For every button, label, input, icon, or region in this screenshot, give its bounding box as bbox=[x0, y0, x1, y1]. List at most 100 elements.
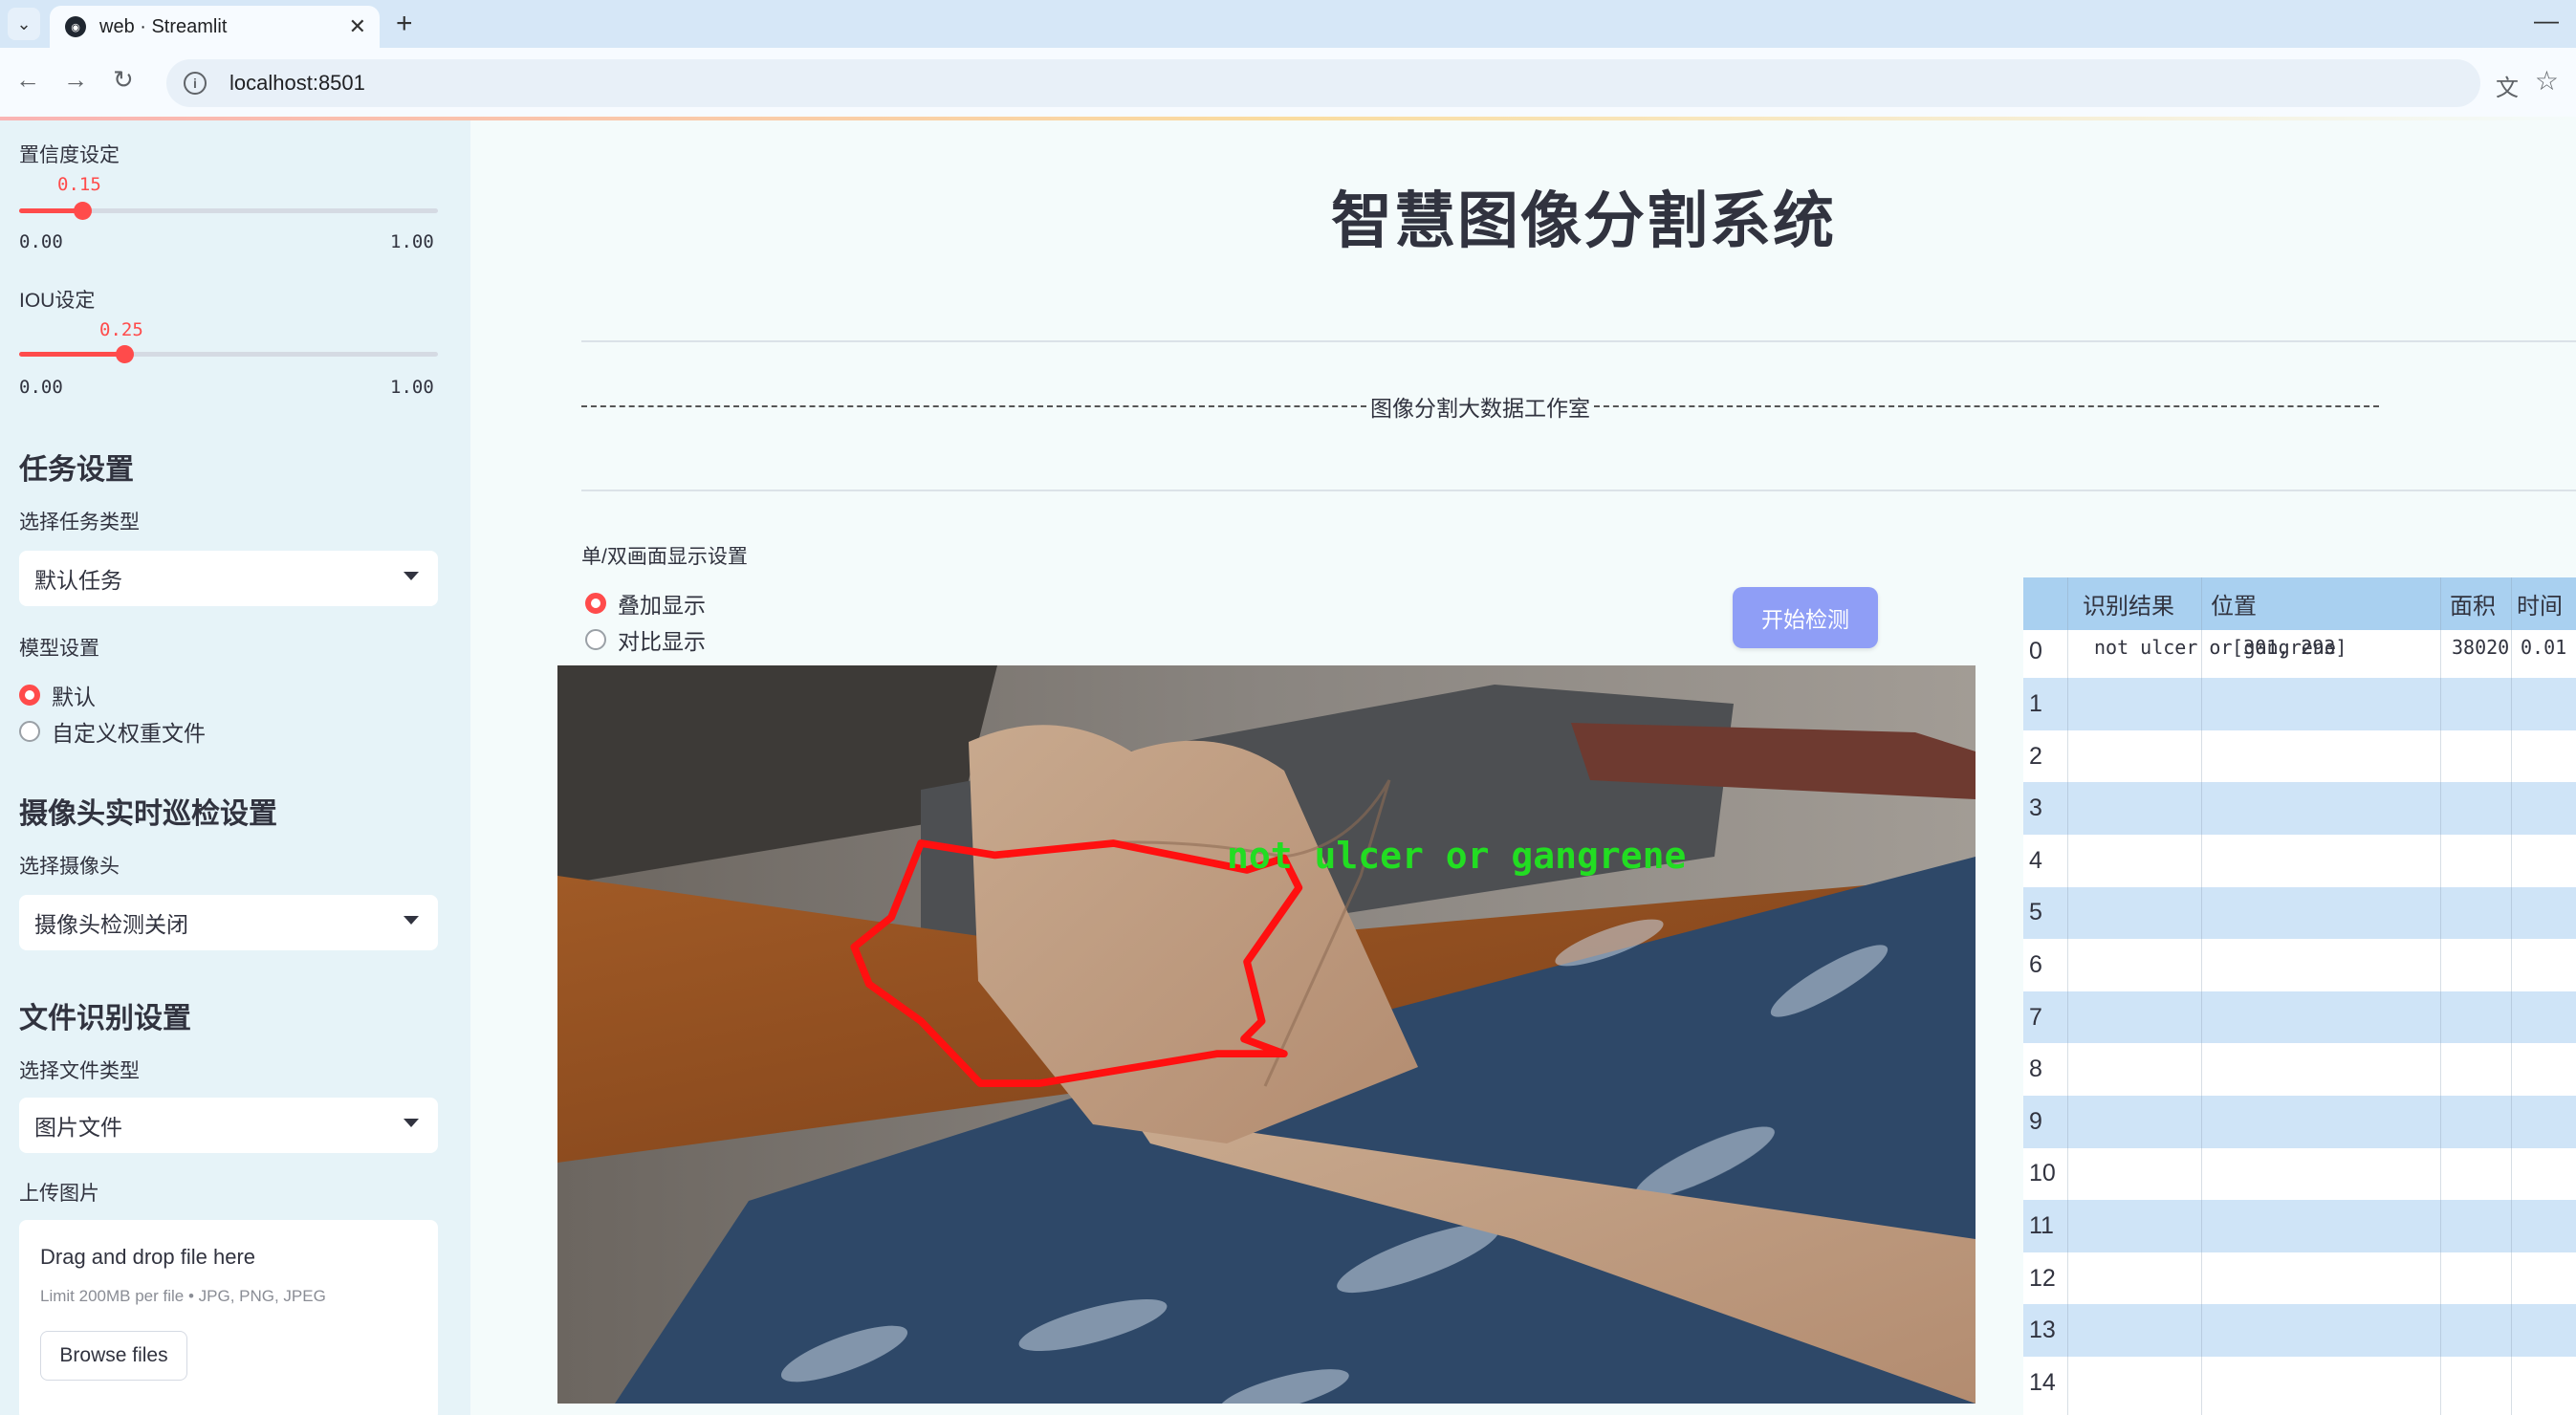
segmentation-result-image: not ulcer or gangrene bbox=[557, 665, 1976, 1404]
chevron-down-icon bbox=[404, 916, 419, 925]
table-row[interactable]: 1 bbox=[2023, 678, 2576, 730]
table-header-cell[interactable]: 位置 bbox=[2211, 577, 2257, 630]
file-type-label: 选择文件类型 bbox=[19, 1060, 140, 1082]
table-header-cell[interactable]: 识别结果 bbox=[2083, 577, 2174, 630]
file-type-select[interactable]: 图片文件 bbox=[19, 1098, 438, 1153]
table-row[interactable]: 4 bbox=[2023, 835, 2576, 887]
row-index: 14 bbox=[2029, 1368, 2056, 1396]
file-type-value: 图片文件 bbox=[34, 1115, 122, 1140]
column-divider bbox=[2440, 577, 2441, 1415]
forward-arrow-icon[interactable]: → bbox=[63, 65, 88, 95]
task-type-select[interactable]: 默认任务 bbox=[19, 551, 438, 606]
browser-tab[interactable]: ◉ web · Streamlit ✕ bbox=[50, 6, 380, 48]
radio-unselected-icon[interactable] bbox=[585, 629, 606, 650]
position-cell: [301, 293] bbox=[2232, 635, 2347, 659]
display-option-overlay[interactable]: 叠加显示 bbox=[585, 587, 706, 620]
model-option-custom[interactable]: 自定义权重文件 bbox=[19, 715, 206, 748]
url-bar[interactable]: i localhost:8501 bbox=[166, 59, 2480, 107]
close-tab-icon[interactable]: ✕ bbox=[349, 14, 366, 39]
row-index: 13 bbox=[2029, 1317, 2056, 1344]
table-row[interactable]: 5 bbox=[2023, 886, 2576, 940]
sidebar: 置信度设定 0.15 0.00 1.00 IOU设定 0.25 0.00 1.0… bbox=[0, 120, 470, 1415]
table-row[interactable]: 6 bbox=[2023, 939, 2576, 991]
confidence-value: 0.15 bbox=[57, 174, 101, 195]
model-option-label: 自定义权重文件 bbox=[52, 721, 206, 746]
column-divider bbox=[2067, 577, 2068, 1415]
table-header-cell[interactable]: 面积 bbox=[2450, 577, 2496, 630]
table-row[interactable]: 10 bbox=[2023, 1148, 2576, 1201]
display-mode-label: 单/双画面显示设置 bbox=[581, 546, 748, 568]
back-arrow-icon[interactable]: ← bbox=[15, 65, 40, 95]
streamlit-favicon-icon: ◉ bbox=[65, 16, 86, 37]
column-divider bbox=[2511, 577, 2512, 1415]
radio-selected-icon[interactable] bbox=[585, 593, 606, 614]
display-option-label: 叠加显示 bbox=[618, 593, 706, 618]
row-index: 6 bbox=[2029, 950, 2042, 978]
dropzone-title: Drag and drop file here bbox=[40, 1245, 256, 1269]
table-row[interactable]: 0 not ulcer or gangrene [301, 293] 38020 0.0… bbox=[2023, 626, 2576, 679]
results-table[interactable]: 识别结果 位置 面积 时间 0 not ulcer or gangrene [301, 29… bbox=[2023, 577, 2576, 1415]
chevron-down-icon bbox=[404, 572, 419, 580]
start-detection-button[interactable]: 开始检测 bbox=[1733, 587, 1878, 648]
divider bbox=[581, 490, 2576, 491]
camera-label: 选择摄像头 bbox=[19, 856, 120, 878]
browse-files-button[interactable]: Browse files bbox=[40, 1331, 187, 1381]
page-title: 智慧图像分割系统 bbox=[1331, 186, 1836, 255]
minimize-window-icon[interactable]: — bbox=[2534, 6, 2559, 35]
table-row[interactable]: 8 bbox=[2023, 1043, 2576, 1096]
iou-slider-thumb[interactable] bbox=[115, 345, 134, 363]
file-dropzone[interactable]: Drag and drop file here Limit 200MB per … bbox=[19, 1220, 438, 1415]
divider bbox=[581, 340, 2576, 342]
iou-min: 0.00 bbox=[19, 377, 63, 398]
row-index: 7 bbox=[2029, 1003, 2042, 1031]
row-index: 1 bbox=[2029, 689, 2042, 717]
table-row[interactable]: 2 bbox=[2023, 730, 2576, 783]
studio-banner: 图像分割大数据工作室 bbox=[581, 390, 2379, 423]
confidence-label: 置信度设定 bbox=[19, 144, 120, 166]
table-header-cell[interactable]: 时间 bbox=[2517, 577, 2563, 630]
row-index: 8 bbox=[2029, 1056, 2042, 1083]
iou-slider[interactable] bbox=[19, 345, 438, 363]
table-row[interactable]: 3 bbox=[2023, 782, 2576, 835]
column-divider bbox=[2201, 577, 2202, 1415]
detection-label-text: not ulcer or gangrene bbox=[1227, 835, 1686, 877]
row-index: 9 bbox=[2029, 1107, 2042, 1135]
site-info-icon[interactable]: i bbox=[184, 72, 207, 95]
url-text[interactable]: localhost:8501 bbox=[229, 71, 365, 96]
model-option-default[interactable]: 默认 bbox=[19, 679, 96, 711]
confidence-max: 1.00 bbox=[390, 231, 434, 252]
tab-search-chevron-icon[interactable]: ⌄ bbox=[8, 8, 40, 40]
camera-select[interactable]: 摄像头检测关闭 bbox=[19, 895, 438, 950]
new-tab-plus-icon[interactable]: + bbox=[396, 8, 413, 40]
iou-max: 1.00 bbox=[390, 377, 434, 398]
upload-label: 上传图片 bbox=[19, 1183, 99, 1205]
row-index: 11 bbox=[2029, 1211, 2054, 1239]
confidence-slider-thumb[interactable] bbox=[73, 202, 92, 220]
translate-icon[interactable]: 文 bbox=[2496, 69, 2519, 102]
browser-tab-strip: ⌄ ◉ web · Streamlit ✕ + — bbox=[0, 0, 2576, 48]
confidence-slider[interactable] bbox=[19, 202, 438, 220]
table-row[interactable]: 7 bbox=[2023, 990, 2576, 1044]
display-option-compare[interactable]: 对比显示 bbox=[585, 623, 706, 656]
table-row[interactable]: 13 bbox=[2023, 1304, 2576, 1357]
time-cell: 0.01 bbox=[2521, 635, 2567, 659]
table-row[interactable]: 14 bbox=[2023, 1357, 2576, 1409]
reload-icon[interactable]: ↻ bbox=[113, 65, 134, 95]
row-index: 12 bbox=[2029, 1264, 2056, 1292]
studio-text: 图像分割大数据工作室 bbox=[1370, 396, 1590, 421]
table-row[interactable]: 9 bbox=[2023, 1096, 2576, 1148]
address-toolbar: ← → ↻ i localhost:8501 文 ☆ bbox=[0, 48, 2576, 117]
area-cell: 38020 bbox=[2452, 635, 2510, 659]
dropzone-limit: Limit 200MB per file • JPG, PNG, JPEG bbox=[40, 1287, 326, 1305]
row-index: 4 bbox=[2029, 846, 2042, 874]
table-row[interactable]: 11 bbox=[2023, 1200, 2576, 1252]
camera-value: 摄像头检测关闭 bbox=[34, 912, 188, 937]
bookmark-star-icon[interactable]: ☆ bbox=[2535, 65, 2559, 97]
radio-selected-icon[interactable] bbox=[19, 685, 40, 706]
camera-settings-header: 摄像头实时巡检设置 bbox=[19, 798, 277, 830]
table-row[interactable]: 12 bbox=[2023, 1252, 2576, 1305]
radio-unselected-icon[interactable] bbox=[19, 721, 40, 742]
row-index: 0 bbox=[2029, 638, 2042, 665]
tab-title: web · Streamlit bbox=[99, 15, 228, 37]
row-index: 3 bbox=[2029, 795, 2042, 822]
